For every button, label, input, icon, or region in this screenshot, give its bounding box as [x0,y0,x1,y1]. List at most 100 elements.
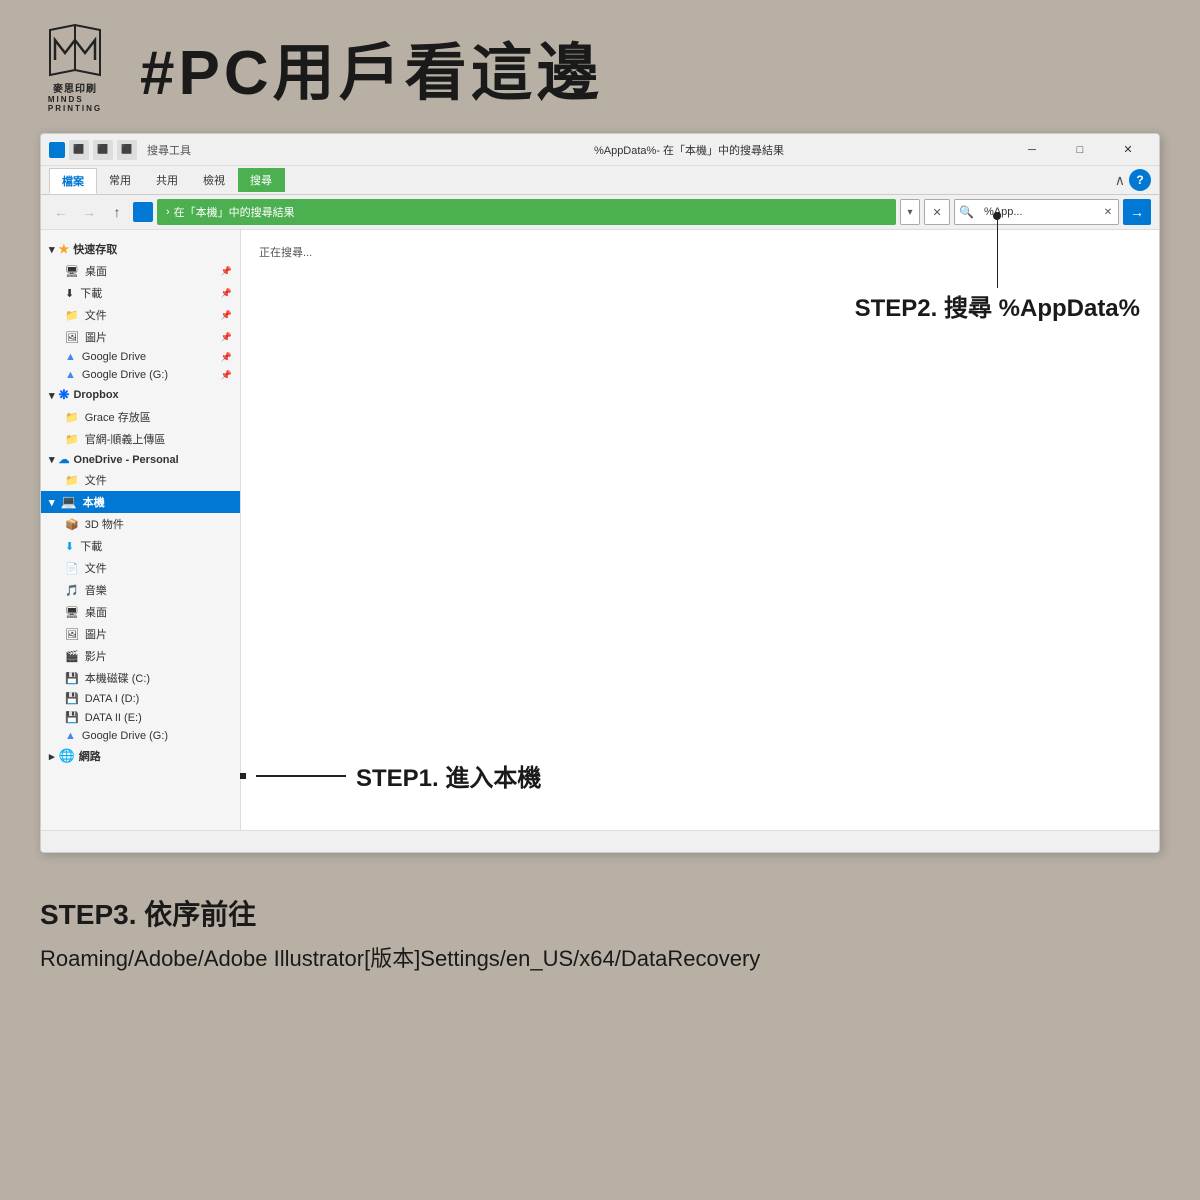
minimize-button[interactable]: ─ [1009,134,1055,166]
sidebar-item-music[interactable]: 🎵 音樂 [41,579,240,601]
sidebar-quick-access[interactable]: ▾ ★ 快速存取 [41,238,240,260]
main-content: ▾ ★ 快速存取 🖥 桌面 📌 ⬇ 下載 📌 📁 文件 📌 🖼 圖 [41,230,1159,830]
pin-icon-5: 📌 [221,352,232,363]
close-button[interactable]: ✕ [1105,134,1151,166]
clear-search-btn[interactable]: ✕ [924,199,950,225]
sidebar-item-d-drive[interactable]: 💾 DATA I (D:) [41,689,240,708]
sidebar-item-3d[interactable]: 📦 3D 物件 [41,513,240,535]
sidebar-item-downloads[interactable]: ⬇ 下載 📌 [41,282,240,304]
tab-search[interactable]: 搜尋 [238,168,285,192]
documents-label: 文件 [85,307,107,323]
sidebar-item-gdrive[interactable]: ▲ Google Drive 📌 [41,348,240,366]
dropbox-chevron-icon: ▾ [49,389,55,402]
back-button[interactable]: ← [49,200,73,224]
sidebar-item-g-drive[interactable]: ▲ Google Drive (G:) [41,727,240,745]
this-pc-icon: 💻 [61,494,77,510]
logo-svg [45,20,105,80]
c-drive-icon: 💾 [65,672,79,685]
tab-file[interactable]: 檔案 [49,168,97,194]
onedrive-docs-label: 文件 [85,472,107,488]
quick-access-star-icon: ★ [59,242,70,256]
go-button[interactable]: → [1123,199,1151,225]
sidebar-item-desktop2[interactable]: 🖥 桌面 [41,601,240,623]
sidebar-item-desktop[interactable]: 🖥 桌面 📌 [41,260,240,282]
music-label: 音樂 [85,582,107,598]
desktop2-icon: 🖥 [65,606,79,619]
official-folder-icon: 📁 [65,433,79,446]
search-clear-btn[interactable]: ✕ [1098,202,1118,222]
tab-share[interactable]: 共用 [144,168,191,192]
dropbox-label: Dropbox [73,389,118,401]
gdrive-g-icon: ▲ [65,369,76,381]
tab-view[interactable]: 檢視 [191,168,238,192]
title-bar-left: ⬛ ⬛ ⬛ 搜尋工具 [49,140,369,160]
address-dropdown-btn[interactable]: ▾ [900,199,920,225]
search-magnifier-icon: 🔍 [955,205,978,219]
sidebar-item-onedrive-docs[interactable]: 📁 文件 [41,469,240,491]
searching-text: 正在搜尋... [251,240,1149,264]
network-label: 網路 [79,748,101,764]
tab-home[interactable]: 常用 [97,168,144,192]
sidebar-item-grace[interactable]: 📁 Grace 存放區 [41,406,240,428]
brand-logo: 麥思印刷 MINDSPRINTING [30,20,120,113]
g-drive-label: Google Drive (G:) [82,730,168,742]
ribbon-collapse-btn[interactable]: ∧ [1115,172,1125,189]
this-pc-label: 本機 [83,494,105,510]
pin-icon-3: 📌 [221,310,232,321]
sidebar-item-pictures[interactable]: 🖼 圖片 📌 [41,326,240,348]
downloads-label: 下載 [80,285,102,301]
sidebar-item-downloads2[interactable]: ⬇ 下載 [41,535,240,557]
dropbox-icon: ❋ [59,387,70,403]
sidebar-dropbox[interactable]: ▾ ❋ Dropbox [41,384,240,406]
sidebar-this-pc[interactable]: ▾ 💻 本機 [41,491,240,513]
quick-access-label: 快速存取 [73,241,117,257]
pin-icon-2: 📌 [221,288,232,299]
explorer-icon [49,142,65,158]
grace-label: Grace 存放區 [85,409,151,425]
explorer-window: ⬛ ⬛ ⬛ 搜尋工具 %AppData%- 在「本機」中的搜尋結果 ─ □ ✕ … [40,133,1160,853]
network-chevron-icon: ▸ [49,750,55,763]
docs2-icon: 📄 [65,562,79,575]
status-bar [41,830,1159,852]
content-area: 正在搜尋... [241,230,1159,830]
folder-icon-addr [133,202,153,222]
e-drive-icon: 💾 [65,711,79,724]
video-label: 影片 [85,648,107,664]
sidebar-item-pictures2[interactable]: 🖼 圖片 [41,623,240,645]
pictures-label: 圖片 [85,329,107,345]
window-controls: ─ □ ✕ [1009,134,1151,166]
toolbar-label: 搜尋工具 [147,142,191,158]
maximize-button[interactable]: □ [1057,134,1103,166]
docs2-label: 文件 [85,560,107,576]
video-icon: 🎬 [65,650,79,663]
d-drive-label: DATA I (D:) [85,693,140,705]
brand-name-cn: 麥思印刷 [53,80,97,95]
up-button[interactable]: ↑ [105,200,129,224]
3d-label: 3D 物件 [85,516,124,532]
tb-btn-1[interactable]: ⬛ [69,140,89,160]
sidebar-network[interactable]: ▸ 🌐 網路 [41,745,240,767]
sidebar-onedrive[interactable]: ▾ ☁ OneDrive - Personal [41,450,240,469]
sidebar-item-docs2[interactable]: 📄 文件 [41,557,240,579]
e-drive-label: DATA II (E:) [85,712,142,724]
sidebar-item-documents[interactable]: 📁 文件 📌 [41,304,240,326]
sidebar-item-gdrive-g[interactable]: ▲ Google Drive (G:) 📌 [41,366,240,384]
search-input[interactable] [978,206,1098,218]
sidebar-item-c-drive[interactable]: 💾 本機磁碟 (C:) [41,667,240,689]
help-button[interactable]: ? [1129,169,1151,191]
sidebar-item-official[interactable]: 📁 官網-順義上傳區 [41,428,240,450]
quick-access-chevron-icon: ▾ [49,243,55,256]
tb-btn-2[interactable]: ⬛ [93,140,113,160]
tb-btn-3[interactable]: ⬛ [117,140,137,160]
gdrive-label: Google Drive [82,351,146,363]
grace-folder-icon: 📁 [65,411,79,424]
sidebar-item-e-drive[interactable]: 💾 DATA II (E:) [41,708,240,727]
search-box[interactable]: 🔍 ✕ [954,199,1119,225]
forward-button[interactable]: → [77,200,101,224]
pin-icon-4: 📌 [221,332,232,343]
sidebar-item-video[interactable]: 🎬 影片 [41,645,240,667]
pictures-icon: 🖼 [65,331,79,344]
sidebar: ▾ ★ 快速存取 🖥 桌面 📌 ⬇ 下載 📌 📁 文件 📌 🖼 圖 [41,230,241,830]
address-path[interactable]: › 在「本機」中的搜尋結果 [157,199,896,225]
step3-path: Roaming/Adobe/Adobe Illustrator[版本]Setti… [40,941,1160,973]
